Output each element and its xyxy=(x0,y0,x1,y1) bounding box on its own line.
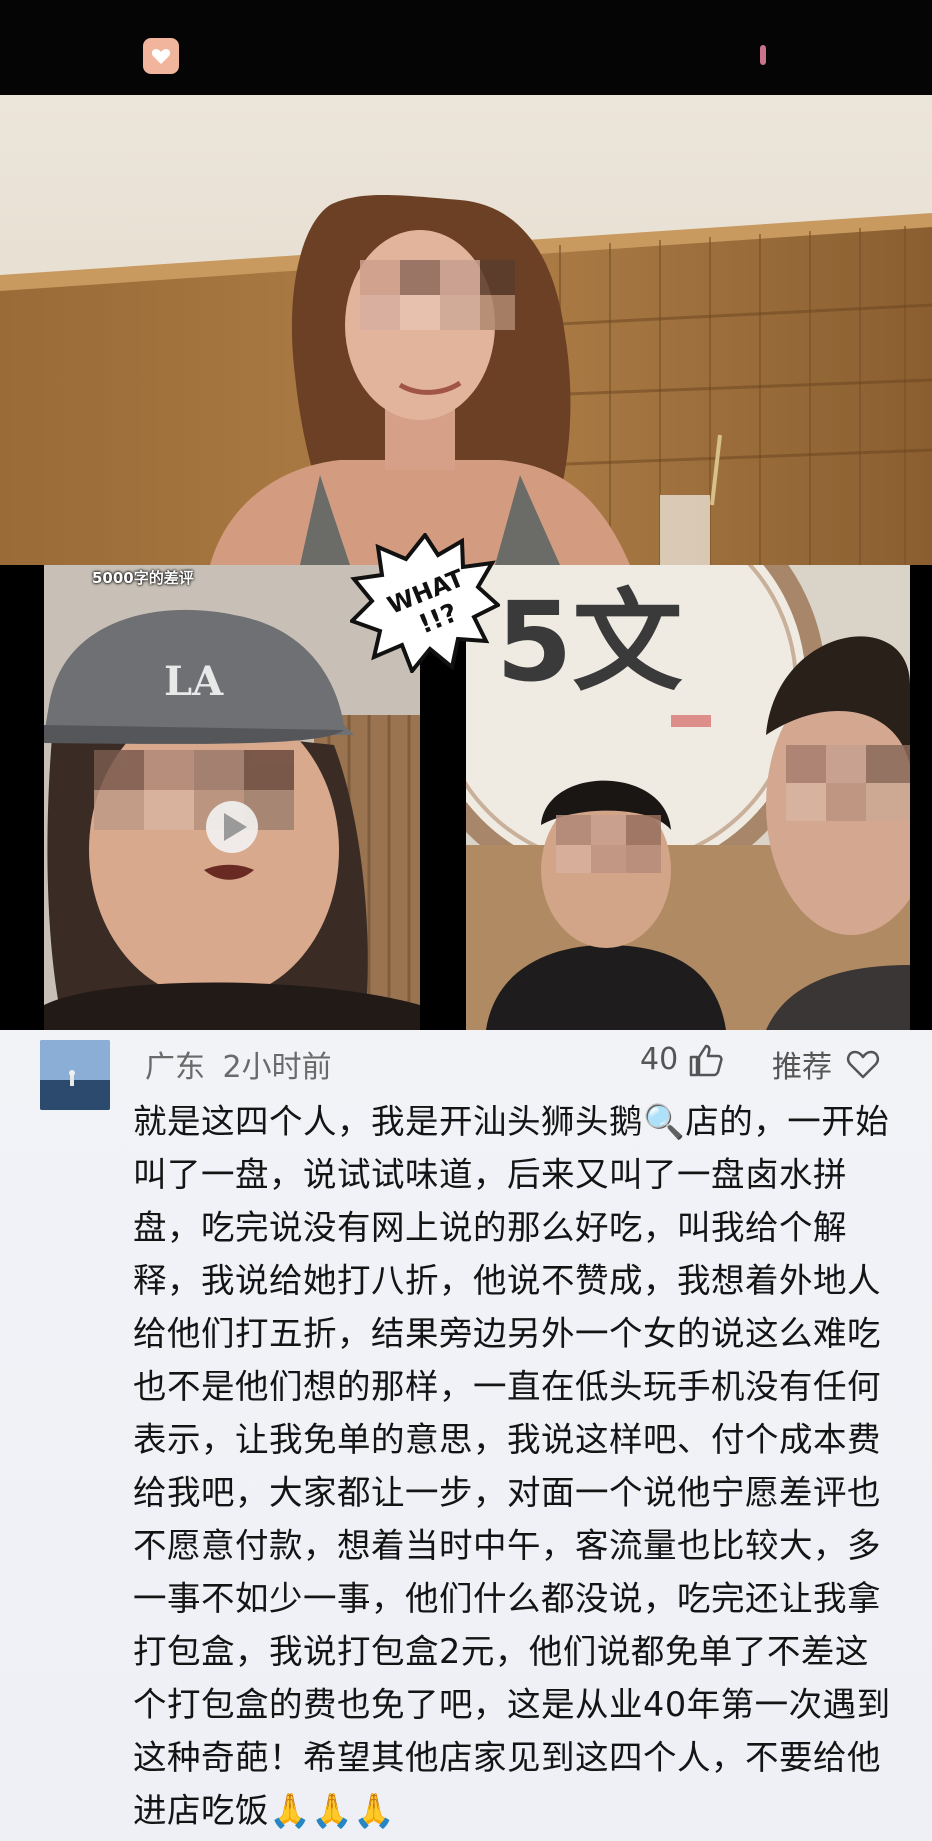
photo-caption: 5000字的差评 xyxy=(92,569,194,587)
avatar[interactable] xyxy=(40,1040,110,1110)
comment-time: 2小时前 xyxy=(222,1050,332,1085)
comment-location: 广东 xyxy=(145,1050,205,1085)
photo-border xyxy=(910,565,932,1030)
screenshot-page: LA 5文 5000字的差评 WHAT !!? 广东 2小时前 40 推荐 就是… xyxy=(0,0,932,1841)
photo-border xyxy=(0,565,44,1030)
recommend-label: 推荐 xyxy=(772,1050,832,1085)
recommend-button[interactable]: 推荐 xyxy=(772,1042,880,1086)
svg-text:5文: 5文 xyxy=(496,578,683,706)
like-button[interactable]: 40 xyxy=(640,1042,724,1077)
comment-meta: 广东 2小时前 xyxy=(145,1042,332,1086)
like-count: 40 xyxy=(640,1042,679,1077)
heart-badge-icon[interactable] xyxy=(143,38,179,74)
photo-top-woman xyxy=(0,95,932,565)
comment-text: 就是这四个人，我是开汕头狮头鹅🔍店的，一开始叫了一盘，说试试味道，后来又叫了一盘… xyxy=(133,1102,891,1830)
heart-outline-icon xyxy=(846,1050,880,1079)
status-indicator-icon xyxy=(760,45,766,65)
photo-right-two-men: 5文 xyxy=(466,565,910,1030)
svg-text:LA: LA xyxy=(164,658,224,705)
top-bar xyxy=(0,0,932,95)
what-burst-sticker: WHAT !!? xyxy=(348,531,502,675)
thumbs-up-icon xyxy=(689,1044,723,1076)
